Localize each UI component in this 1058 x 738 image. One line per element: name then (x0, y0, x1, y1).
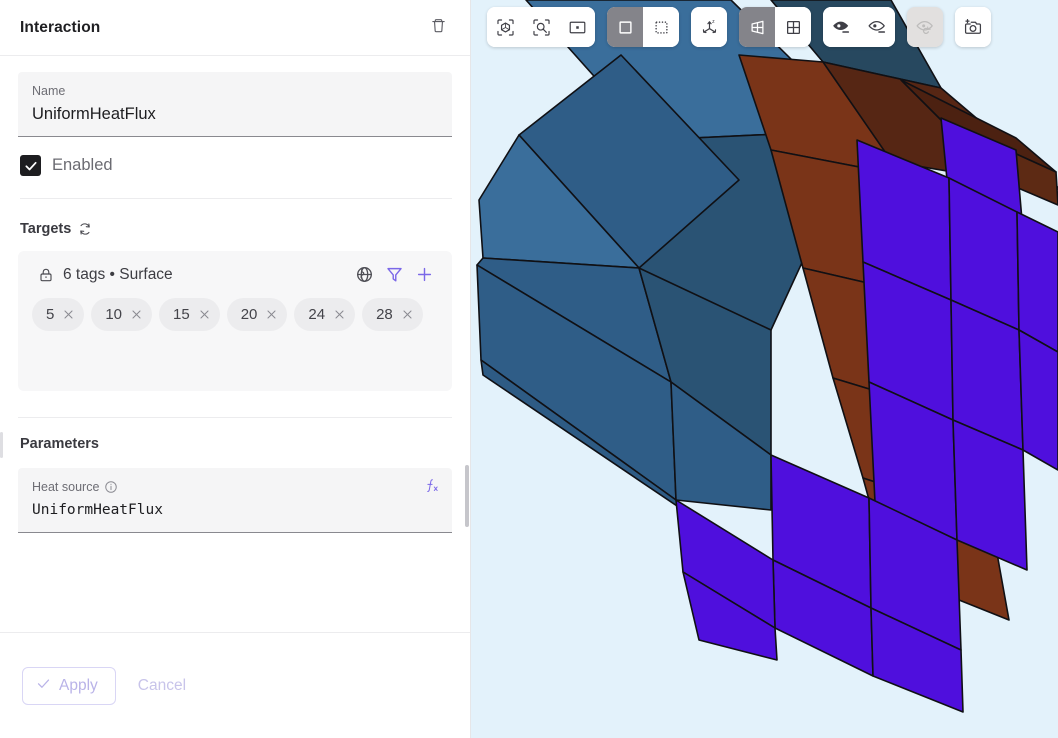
targets-heading: Targets (20, 221, 470, 237)
close-icon[interactable] (333, 308, 346, 321)
chip-label: 28 (376, 306, 393, 323)
close-icon[interactable] (62, 308, 75, 321)
targets-summary-text: 6 tags • Surface (63, 266, 173, 284)
section-divider (18, 417, 452, 418)
fit-to-view-icon (496, 18, 515, 37)
filter-icon[interactable] (385, 265, 404, 284)
target-chip-list: 5 10 15 (32, 298, 438, 331)
globe-icon[interactable] (355, 265, 374, 284)
perspective-projection-button[interactable] (739, 7, 775, 47)
targets-summary-row: 6 tags • Surface (32, 265, 438, 284)
model-canvas[interactable] (471, 0, 1058, 738)
show-all-icon (915, 17, 935, 37)
name-field-label: Name (32, 82, 438, 100)
viewport-toolbar: z (487, 7, 991, 47)
close-icon[interactable] (130, 308, 143, 321)
hide-unselected-icon (867, 17, 887, 37)
fx-icon[interactable] (424, 478, 440, 498)
cancel-button-label: Cancel (138, 677, 186, 695)
close-icon[interactable] (401, 308, 414, 321)
restore-visibility-group (907, 7, 943, 47)
selection-mode-group (607, 7, 679, 47)
panel-scroll-area[interactable]: Interaction Name UniformHeatFlux (0, 0, 470, 632)
list-item[interactable]: 28 (362, 298, 423, 331)
lasso-select-button[interactable] (643, 7, 679, 47)
info-icon[interactable] (104, 480, 118, 494)
close-icon[interactable] (265, 308, 278, 321)
apply-button-label: Apply (59, 677, 98, 695)
parameters-heading-label: Parameters (20, 436, 99, 452)
projection-group (739, 7, 811, 47)
visibility-group (823, 7, 895, 47)
box-select-button[interactable] (607, 7, 643, 47)
heat-source-label-text: Heat source (32, 478, 99, 496)
center-view-button[interactable] (559, 7, 595, 47)
targets-heading-label: Targets (20, 221, 71, 237)
hide-unselected-button[interactable] (859, 7, 895, 47)
check-icon (24, 159, 38, 173)
targets-action-buttons (355, 265, 434, 284)
add-snapshot-button[interactable] (955, 7, 991, 47)
center-view-icon (568, 18, 587, 37)
name-field[interactable]: Name UniformHeatFlux (18, 72, 452, 137)
panel-footer: Apply Cancel (0, 632, 470, 738)
lasso-select-icon (652, 18, 671, 37)
page-title: Interaction (20, 19, 100, 37)
panel-header: Interaction (0, 0, 470, 56)
chip-label: 24 (308, 306, 325, 323)
perspective-projection-icon (748, 18, 767, 37)
trash-icon (430, 17, 447, 39)
parameters-heading: Parameters (20, 436, 470, 452)
show-all-button (907, 7, 943, 47)
chip-label: 15 (173, 306, 190, 323)
axes-group: z (691, 7, 727, 47)
cancel-button[interactable]: Cancel (128, 667, 196, 705)
view-fit-group (487, 7, 595, 47)
orthographic-grid-icon (784, 18, 803, 37)
svg-text:z: z (712, 19, 715, 25)
chip-label: 10 (105, 306, 122, 323)
apply-button[interactable]: Apply (22, 667, 116, 705)
name-field-value[interactable]: UniformHeatFlux (32, 101, 438, 127)
axes-gizmo-button[interactable]: z (691, 7, 727, 47)
chip-label: 5 (46, 306, 54, 323)
zoom-to-selection-icon (532, 18, 551, 37)
list-item[interactable]: 15 (159, 298, 220, 331)
box-select-icon (616, 18, 635, 37)
orthographic-grid-button[interactable] (775, 7, 811, 47)
parameters-accent-bar (0, 432, 3, 458)
chip-label: 20 (241, 306, 258, 323)
enabled-label: Enabled (52, 156, 113, 175)
enabled-checkbox-row[interactable]: Enabled (20, 155, 452, 199)
viewport-3d[interactable]: z (471, 0, 1058, 738)
panel-scrollbar-thumb[interactable] (465, 465, 469, 527)
list-item[interactable]: 20 (227, 298, 288, 331)
axes-gizmo-icon: z (700, 18, 719, 37)
list-item[interactable]: 24 (294, 298, 355, 331)
snapshot-group (955, 7, 991, 47)
enabled-checkbox[interactable] (20, 155, 41, 176)
zoom-to-selection-button[interactable] (523, 7, 559, 47)
heat-source-value[interactable]: UniformHeatFlux (32, 497, 438, 523)
check-icon (36, 676, 51, 696)
hide-selected-icon (831, 17, 851, 37)
delete-interaction-button[interactable] (424, 14, 452, 42)
hide-selected-button[interactable] (823, 7, 859, 47)
lock-icon[interactable] (38, 267, 54, 283)
interaction-panel: Interaction Name UniformHeatFlux (0, 0, 471, 738)
targets-card: 6 tags • Surface (18, 251, 452, 391)
targets-summary: 6 tags • Surface (38, 266, 346, 284)
list-item[interactable]: 10 (91, 298, 152, 331)
fit-to-view-button[interactable] (487, 7, 523, 47)
list-item[interactable]: 5 (32, 298, 84, 331)
heat-source-field[interactable]: Heat source UniformHeatFlux (18, 468, 452, 533)
add-snapshot-icon (963, 17, 983, 37)
heat-source-label: Heat source (32, 478, 438, 496)
close-icon[interactable] (198, 308, 211, 321)
plus-icon[interactable] (415, 265, 434, 284)
refresh-icon[interactable] (78, 222, 92, 236)
